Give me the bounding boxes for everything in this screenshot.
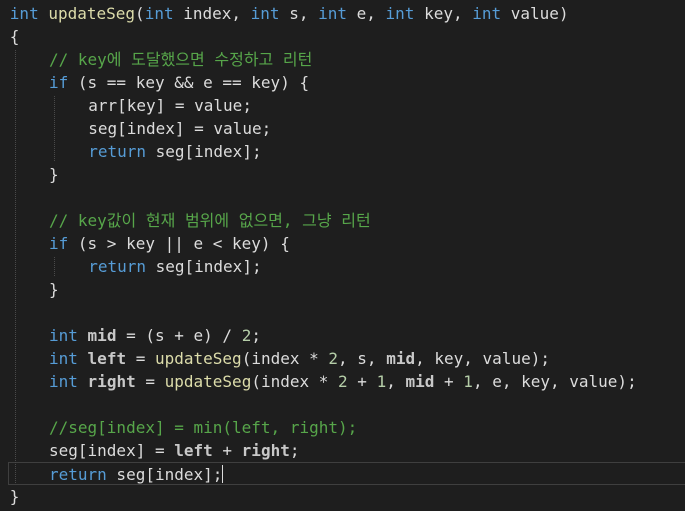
code-token: = (135, 372, 165, 391)
code-line[interactable]: } (0, 485, 20, 508)
code-token: right (241, 441, 290, 460)
code-line[interactable]: } (0, 163, 59, 186)
code-line[interactable]: seg[index] = left + right; (0, 439, 299, 462)
code-token: left (87, 349, 127, 368)
code-line-current[interactable]: return seg[index]; (8, 462, 685, 485)
code-token: updateSeg (164, 372, 252, 391)
code-token: index, (173, 4, 251, 23)
text-cursor (222, 465, 224, 483)
code-token: , s, (338, 349, 387, 368)
code-token: + (347, 372, 377, 391)
code-token: 2 (328, 349, 339, 368)
code-token: updateSeg (154, 349, 242, 368)
code-token: int (49, 372, 78, 391)
code-token: int (49, 349, 78, 368)
code-editor[interactable]: int updateSeg(int index, int s, int e, i… (0, 0, 685, 511)
code-line[interactable]: int mid = (s + e) / 2; (0, 324, 261, 347)
code-token: = (126, 349, 155, 368)
code-token: e, (347, 4, 386, 23)
code-token: int (472, 4, 502, 23)
code-line[interactable]: return seg[index]; (0, 140, 262, 163)
code-token: 1 (376, 372, 387, 391)
code-line[interactable]: int updateSeg(int index, int s, int e, i… (0, 2, 569, 25)
code-token: mid (405, 372, 435, 391)
code-line[interactable]: //seg[index] = min(left, right); (0, 416, 357, 439)
code-line[interactable]: arr[key] = value; (0, 94, 252, 117)
code-line[interactable]: seg[index] = value; (0, 117, 271, 140)
code-token: { (9, 27, 20, 46)
code-line[interactable]: int right = updateSeg(index * 2 + 1, mid… (0, 370, 637, 393)
code-token: seg[index] = (49, 441, 175, 460)
code-token: return (88, 142, 146, 161)
code-line[interactable]: } (0, 278, 59, 301)
code-token: mid (87, 326, 117, 345)
code-token: seg[index]; (106, 465, 223, 484)
indent-guide (54, 257, 55, 276)
code-token: int (144, 4, 174, 23)
code-token: + (434, 372, 464, 391)
code-token: (s == key && e == key) { (68, 73, 310, 92)
code-token: = (s + e) / (116, 326, 242, 345)
code-token: seg[index] = value; (88, 119, 272, 138)
code-token: // key값이 현재 범위에 없으면, 그냥 리턴 (49, 211, 371, 230)
code-token: , e, key, value); (472, 372, 637, 391)
code-token: return (49, 465, 107, 484)
code-token: ; (289, 441, 300, 460)
code-token: int (250, 4, 280, 23)
code-token: //seg[index] = min(left, right); (49, 418, 358, 437)
code-token: key, (414, 4, 473, 23)
code-token: + (212, 441, 242, 460)
code-token: value) (501, 4, 569, 23)
code-token: } (49, 280, 59, 299)
code-token: ; (251, 326, 261, 345)
code-line[interactable]: // key값이 현재 범위에 없으면, 그냥 리턴 (0, 209, 371, 232)
code-token: int (318, 4, 347, 23)
code-line[interactable]: return seg[index]; (0, 255, 262, 278)
indent-guide (15, 50, 16, 483)
code-line[interactable]: if (s == key && e == key) { (0, 71, 309, 94)
code-token: right (87, 372, 136, 391)
code-token: } (49, 165, 59, 184)
code-token: (index * (251, 372, 339, 391)
code-token: s, (279, 4, 319, 23)
code-token: } (9, 487, 20, 506)
code-token: mid (386, 349, 416, 368)
code-token: updateSeg (48, 4, 136, 23)
code-token: int (385, 4, 415, 23)
code-token: (index * (241, 349, 329, 368)
code-line[interactable]: // key에 도달했으면 수정하고 리턴 (0, 48, 312, 71)
code-token: left (174, 441, 213, 460)
code-token: arr[key] = value; (88, 96, 252, 115)
code-token: 2 (241, 326, 252, 345)
code-token: seg[index]; (145, 257, 262, 276)
code-line[interactable]: { (0, 25, 20, 48)
code-token: , key, value); (415, 349, 550, 368)
code-token: int (49, 326, 78, 345)
code-token: 1 (463, 372, 473, 391)
code-token: // key에 도달했으면 수정하고 리턴 (49, 50, 313, 69)
code-token: if (49, 234, 69, 253)
code-token: , (386, 372, 406, 391)
code-token: 2 (338, 372, 348, 391)
code-line[interactable]: if (s > key || e < key) { (0, 232, 290, 255)
code-token: seg[index]; (145, 142, 262, 161)
code-token: int (9, 4, 39, 23)
code-token: return (88, 257, 146, 276)
indent-guide (54, 96, 55, 161)
code-token: (s > key || e < key) { (68, 234, 290, 253)
code-token: if (49, 73, 69, 92)
code-line[interactable]: int left = updateSeg(index * 2, s, mid, … (0, 347, 550, 370)
code-token: ( (135, 4, 145, 23)
